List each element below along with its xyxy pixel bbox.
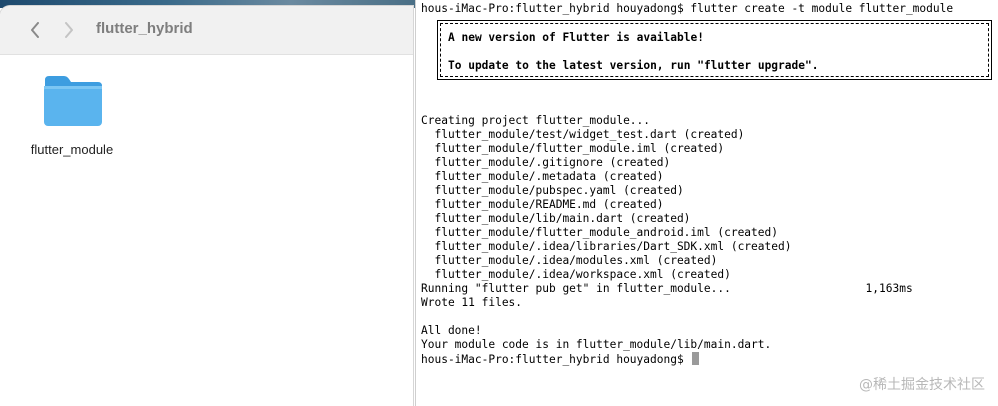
folder-icon xyxy=(44,76,102,126)
output-line: flutter_module/flutter_module_android.im… xyxy=(421,226,778,239)
output-line: flutter_module/.gitignore (created) xyxy=(421,156,671,169)
shell-prompt: hous-iMac-Pro:flutter_hybrid houyadong$ xyxy=(421,353,684,366)
folder-label: flutter_module xyxy=(30,142,114,157)
forward-button[interactable] xyxy=(58,18,80,42)
output-line: flutter_module/.idea/workspace.xml (crea… xyxy=(421,268,731,281)
output-line: Running "flutter pub get" in flutter_mod… xyxy=(421,282,913,295)
prompt-line: hous-iMac-Pro:flutter_hybrid houyadong$ xyxy=(421,352,700,367)
terminal-window[interactable]: hous-iMac-Pro:flutter_hybrid houyadong$ … xyxy=(415,0,998,406)
text-cursor xyxy=(692,352,700,365)
window-title: flutter_hybrid xyxy=(96,20,193,37)
finder-toolbar: flutter_hybrid xyxy=(0,6,413,55)
update-banner: A new version of Flutter is available! T… xyxy=(437,20,992,80)
output-line: flutter_module/test/widget_test.dart (cr… xyxy=(421,128,745,141)
back-button[interactable] xyxy=(24,18,46,42)
output-line: flutter_module/.idea/libraries/Dart_SDK.… xyxy=(421,240,792,253)
output-line: flutter_module/flutter_module.iml (creat… xyxy=(421,142,725,155)
finder-window: flutter_hybrid flutter_module xyxy=(0,6,413,406)
chevron-left-icon xyxy=(31,22,39,38)
output-line: flutter_module/lib/main.dart (created) xyxy=(421,212,691,225)
output-line: Creating project flutter_module... xyxy=(421,114,651,127)
command-line: hous-iMac-Pro:flutter_hybrid houyadong$ … xyxy=(421,2,954,15)
watermark: @稀土掘金技术社区 xyxy=(859,377,985,393)
folder-item-flutter-module[interactable]: flutter_module xyxy=(22,72,126,168)
chevron-right-icon xyxy=(65,22,73,38)
banner-line: To update to the latest version, run "fl… xyxy=(448,59,819,72)
output-line: Your module code is in flutter_module/li… xyxy=(421,338,772,351)
banner-line: A new version of Flutter is available! xyxy=(448,31,704,44)
output-line: flutter_module/.idea/modules.xml (create… xyxy=(421,254,718,267)
output-line: Wrote 11 files. xyxy=(421,296,523,309)
output-line: flutter_module/README.md (created) xyxy=(421,198,664,211)
output-line: flutter_module/pubspec.yaml (created) xyxy=(421,184,684,197)
output-line: flutter_module/.metadata (created) xyxy=(421,170,664,183)
output-line: All done! xyxy=(421,324,482,337)
